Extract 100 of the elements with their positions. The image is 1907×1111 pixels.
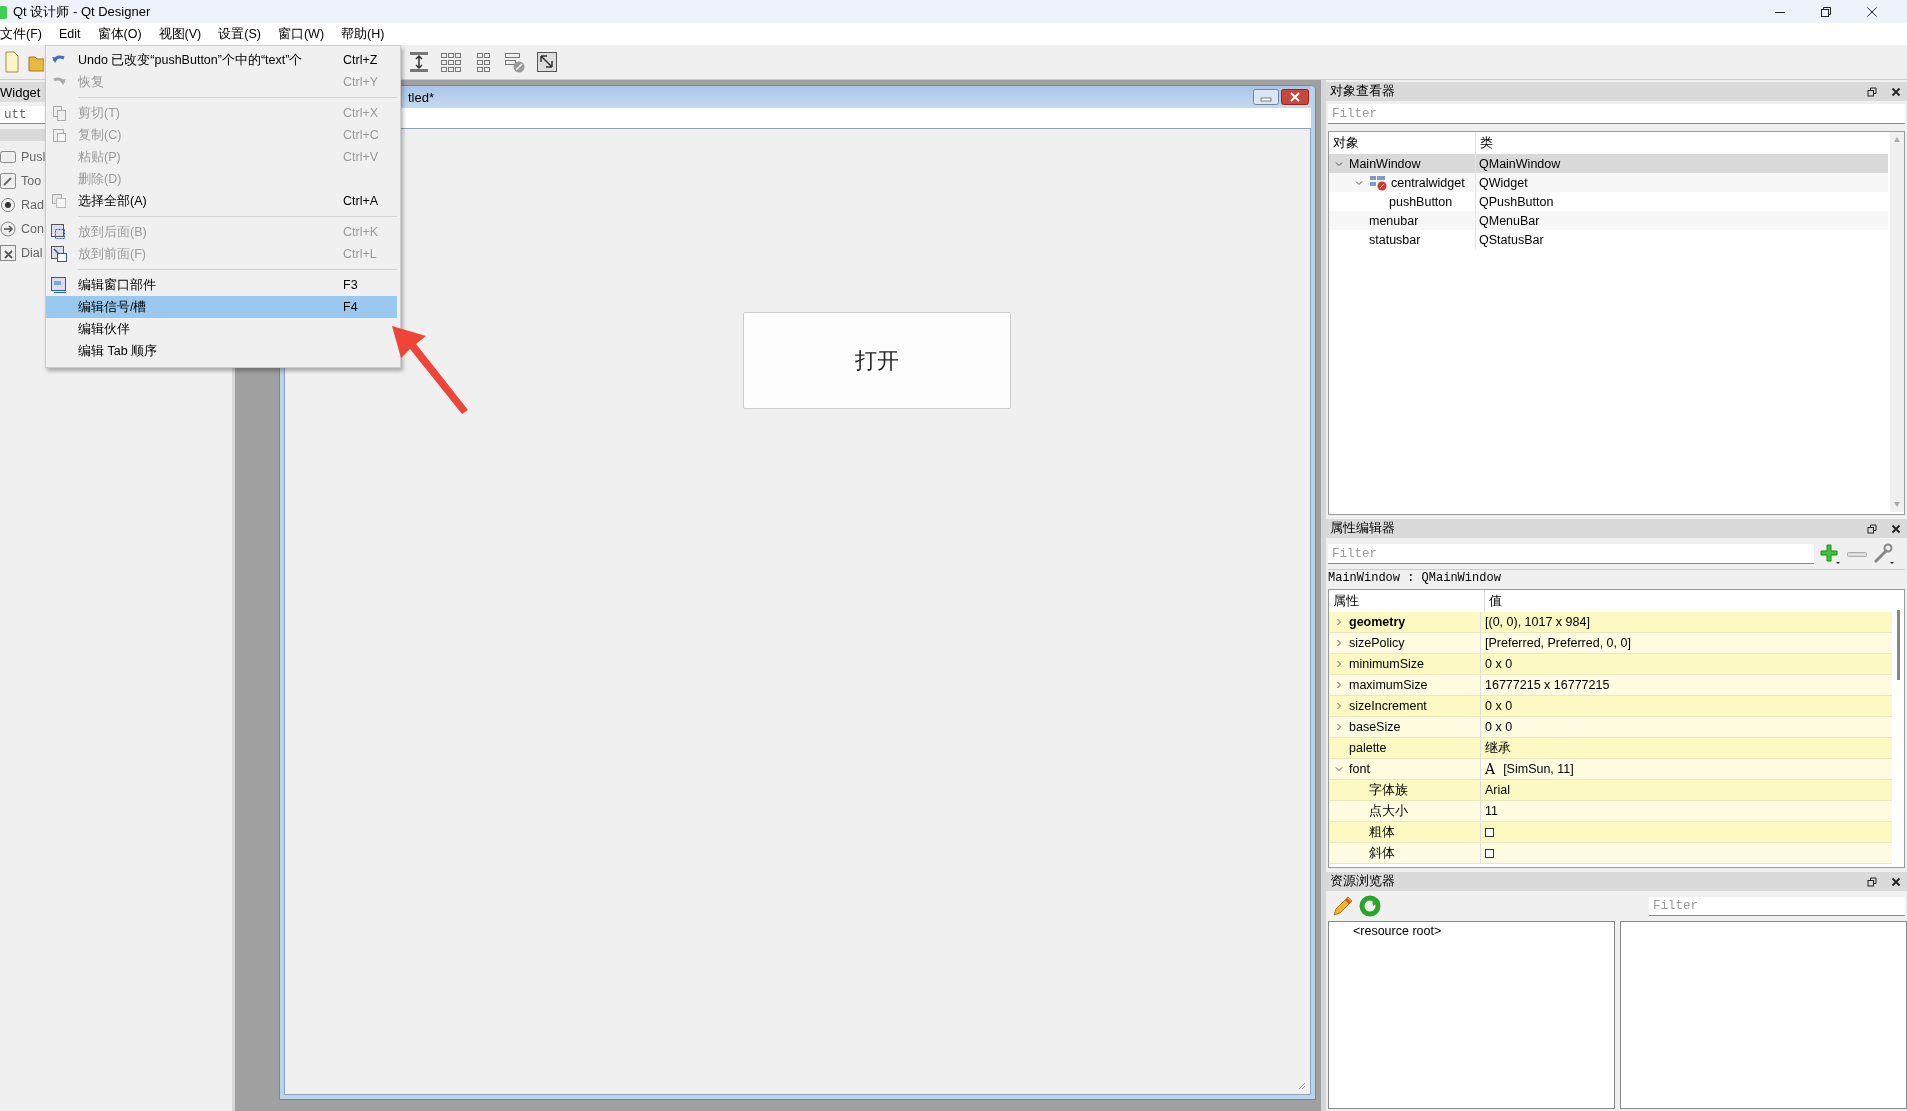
- resize-icon[interactable]: [536, 51, 558, 73]
- object-name: pushButton: [1389, 194, 1453, 209]
- menu-item[interactable]: 设置(S): [210, 25, 270, 43]
- chevron-icon[interactable]: [1335, 765, 1343, 773]
- grid-icon[interactable]: [440, 51, 462, 73]
- break-layout-icon[interactable]: [504, 51, 526, 73]
- tab-order-icon: [51, 277, 67, 293]
- checkbox[interactable]: [1485, 827, 1494, 837]
- pencil-icon[interactable]: [1331, 895, 1353, 917]
- chevron-icon[interactable]: [1335, 723, 1343, 731]
- close-icon[interactable]: [1891, 523, 1901, 534]
- column-header: 对象: [1332, 134, 1360, 152]
- property-name: 点大小: [1369, 802, 1408, 820]
- property-value: 0 x 0: [1485, 657, 1513, 671]
- widget-item[interactable]: Dial: [21, 246, 43, 260]
- radio-button-icon: [0, 197, 16, 213]
- chevron-icon[interactable]: [1335, 681, 1343, 689]
- menu-item[interactable]: 编辑伙伴: [46, 318, 397, 340]
- menu-item[interactable]: 视图(V): [150, 25, 211, 43]
- property-value: 0 x 0: [1485, 720, 1513, 734]
- chevron-icon[interactable]: [1335, 702, 1343, 710]
- property-value: Arial: [1485, 783, 1510, 797]
- reload-icon[interactable]: [1359, 895, 1381, 917]
- copy-icon: [51, 105, 67, 121]
- column-header: 属性: [1332, 592, 1360, 610]
- close-icon[interactable]: [1867, 6, 1877, 17]
- chevron-icon[interactable]: [1335, 660, 1343, 668]
- property-value: [(0, 0), 1017 x 984]: [1485, 615, 1590, 629]
- resize-grip-icon[interactable]: [1298, 1082, 1306, 1090]
- property-value: 继承: [1485, 739, 1511, 757]
- window-title: tled*: [408, 89, 436, 105]
- layers-icon: [51, 193, 67, 209]
- class-name: QMenuBar: [1475, 211, 1888, 230]
- arrow-button-icon: [0, 221, 16, 237]
- checkbox[interactable]: [1485, 848, 1494, 858]
- float-icon[interactable]: [1867, 876, 1877, 887]
- filter-field[interactable]: Filter: [1649, 896, 1905, 916]
- chevron-icon[interactable]: [1335, 159, 1343, 168]
- float-icon[interactable]: [1867, 523, 1877, 534]
- add-icon[interactable]: [1818, 543, 1842, 565]
- menu-item[interactable]: 窗体(O): [89, 25, 151, 43]
- spacing-icon[interactable]: [408, 51, 430, 73]
- paste-icon: [51, 127, 67, 143]
- property-name: 斜体: [1369, 844, 1395, 862]
- close-button[interactable]: [1281, 89, 1309, 105]
- widget-item[interactable]: Too: [21, 174, 42, 188]
- font-icon: A: [1485, 761, 1496, 777]
- tree-item[interactable]: <resource root>: [1329, 922, 1614, 938]
- property-value: 0 x 0: [1485, 699, 1513, 713]
- object-name: menubar: [1369, 213, 1419, 228]
- push-button[interactable]: 打开: [743, 312, 1011, 409]
- close-icon[interactable]: [1891, 86, 1901, 97]
- menu-item[interactable]: 帮助(H): [333, 25, 394, 43]
- chevron-icon[interactable]: [1335, 639, 1343, 647]
- menu-item[interactable]: Undo 已改变“pushButton”个中的“text”个 Ctrl+Z: [46, 49, 397, 71]
- wrench-icon[interactable]: [1872, 543, 1894, 565]
- chevron-icon[interactable]: [1335, 618, 1343, 626]
- push-button-icon: [0, 149, 16, 165]
- float-icon[interactable]: [1867, 86, 1877, 97]
- property-value: 11: [1485, 804, 1498, 818]
- class-name: QStatusBar: [1475, 230, 1888, 249]
- property-name: 字体族: [1369, 781, 1408, 799]
- menu-item[interactable]: 编辑窗口部件 F3: [46, 274, 397, 296]
- panel-title: Widget: [0, 84, 41, 100]
- menu-item[interactable]: 选择全部(A) Ctrl+A: [46, 190, 397, 212]
- menu-item[interactable]: 编辑 Tab 顺序: [46, 340, 397, 362]
- menu-item[interactable]: 窗口(W): [269, 25, 334, 43]
- scrollbar[interactable]: [1890, 132, 1904, 512]
- object-name: statusbar: [1369, 232, 1421, 247]
- menu-item[interactable]: Edit: [50, 27, 90, 41]
- property-name: geometry: [1349, 615, 1406, 629]
- close-icon[interactable]: [1891, 876, 1901, 887]
- widget-icon: [1369, 174, 1387, 191]
- property-name: font: [1349, 762, 1370, 776]
- menu-item[interactable]: 文件(F): [0, 25, 51, 43]
- property-name: maximumSize: [1349, 678, 1428, 692]
- filter-field[interactable]: Filter: [1328, 104, 1905, 124]
- widget-icon: [51, 224, 67, 240]
- widget-item[interactable]: Pusl: [21, 150, 46, 164]
- dialog-button-icon: [0, 245, 16, 261]
- class-name: QWidget: [1475, 173, 1888, 192]
- property-name: minimumSize: [1349, 657, 1424, 671]
- property-value: [Preferred, Preferred, 0, 0]: [1485, 636, 1631, 650]
- app-icon: [0, 3, 8, 20]
- signal-icon: [51, 246, 67, 262]
- tree-row[interactable]: MainWindow QMainWindow: [1329, 154, 1888, 173]
- object-name: MainWindow: [1349, 156, 1421, 171]
- chevron-icon[interactable]: [1355, 178, 1363, 187]
- filter-field[interactable]: Filter: [1328, 544, 1814, 564]
- tree-row[interactable]: statusbar QStatusBar: [1329, 230, 1888, 249]
- property-value: [SimSun, 11]: [1503, 762, 1574, 776]
- restore-icon[interactable]: [1821, 6, 1831, 17]
- menu-item[interactable]: 编辑信号/槽 F4: [46, 296, 397, 318]
- widget-item[interactable]: Con: [21, 222, 44, 236]
- property-name: sizePolicy: [1349, 636, 1405, 650]
- panel-title: 资源浏览器: [1330, 873, 1396, 890]
- tree-row[interactable]: centralwidget QWidget: [1329, 173, 1888, 192]
- widget-item[interactable]: Rad: [21, 198, 44, 212]
- tree-row[interactable]: menubar QMenuBar: [1329, 211, 1888, 230]
- property-name: baseSize: [1349, 720, 1401, 734]
